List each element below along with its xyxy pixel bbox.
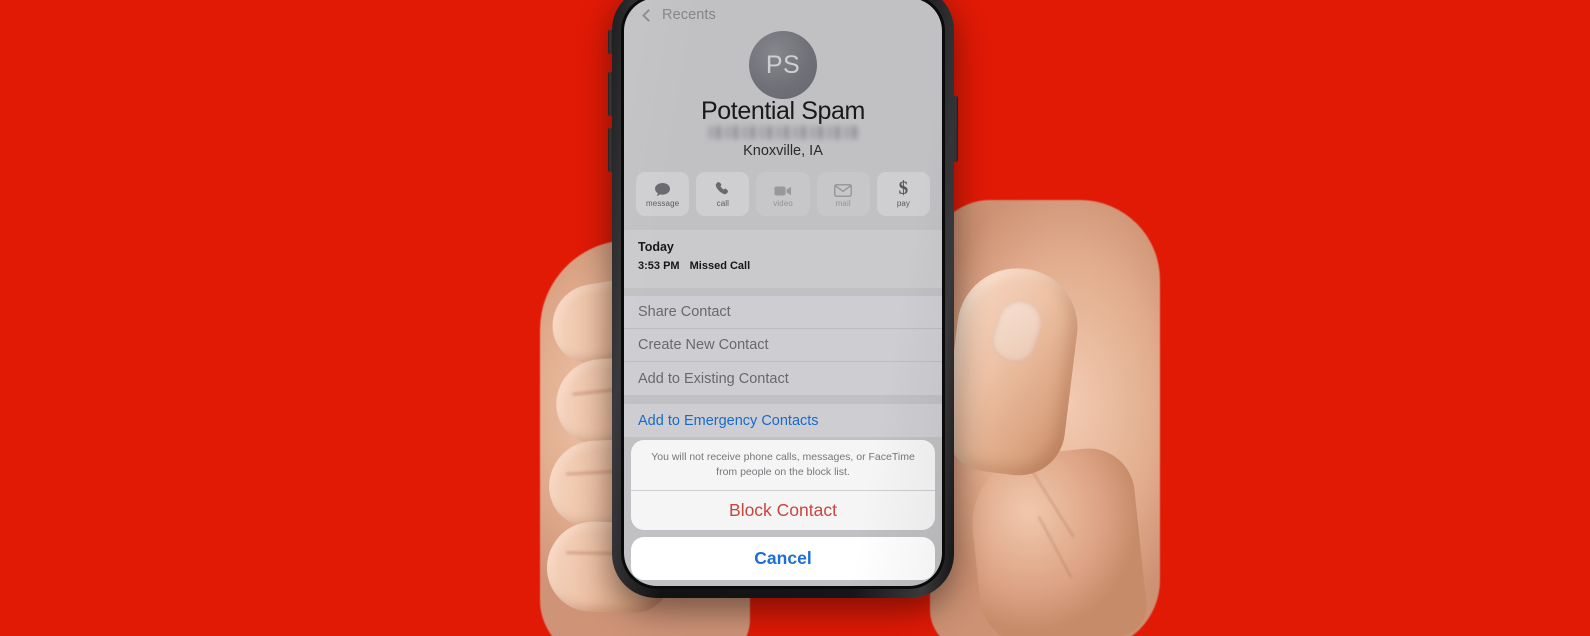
cancel-label: Cancel xyxy=(754,548,812,568)
cancel-button[interactable]: Cancel xyxy=(631,537,935,580)
action-sheet-group: You will not receive phone calls, messag… xyxy=(631,440,935,530)
block-contact-action-sheet: You will not receive phone calls, messag… xyxy=(631,440,935,580)
block-contact-label: Block Contact xyxy=(729,500,837,520)
phone-device: Recents PS Potential Spam Knoxville, IA … xyxy=(612,0,954,598)
right-hand-thumb xyxy=(939,261,1085,481)
phone-screen: Recents PS Potential Spam Knoxville, IA … xyxy=(624,0,942,586)
phone-bezel: Recents PS Potential Spam Knoxville, IA … xyxy=(621,0,945,589)
action-sheet-message: You will not receive phone calls, messag… xyxy=(631,440,935,491)
block-contact-button[interactable]: Block Contact xyxy=(631,491,935,530)
screenshot-canvas: Recents PS Potential Spam Knoxville, IA … xyxy=(0,0,1590,636)
right-hand-knuckle xyxy=(965,443,1150,636)
